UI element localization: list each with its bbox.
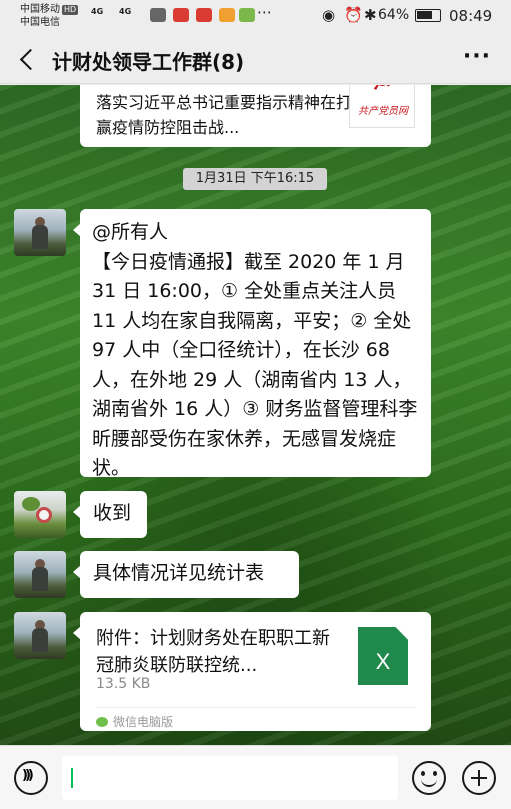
carrier-info: 中国移动 HD 中国电信: [20, 3, 79, 29]
carrier-1: 中国移动: [20, 4, 60, 15]
photo-notification-icon: [239, 8, 255, 22]
divider: [96, 707, 415, 708]
wechat-pc-icon: [96, 717, 108, 727]
alarm-icon: ⏰: [344, 6, 363, 24]
file-size: 13.5 KB: [96, 676, 151, 692]
text-caret: [71, 768, 73, 788]
message-bubble-details[interactable]: 具体情况详见统计表: [73, 551, 299, 598]
message-icon: [150, 8, 166, 22]
timestamp: 1月31日 下午16:15: [183, 168, 327, 190]
excel-file-icon: X: [358, 627, 408, 685]
shared-article-text: 落实习近平总书记重要指示精神在打赢疫情防控阻击战...: [96, 93, 353, 137]
app-notification-icon: [173, 8, 189, 22]
chat-title: 计财处领导工作群(8): [52, 50, 245, 74]
message-bubble-received[interactable]: 收到: [73, 491, 147, 538]
carrier-2: 中国电信: [20, 17, 60, 28]
clock: 08:49: [449, 7, 493, 25]
shared-article-card[interactable]: 落实习近平总书记重要指示精神在打赢疫情防控阻击战... ☭ 共产党员网: [80, 85, 431, 147]
signal-1-label: 4G: [91, 7, 104, 16]
bluetooth-icon: ✱: [364, 6, 377, 24]
avatar[interactable]: [14, 209, 66, 256]
message-text: 具体情况详见统计表: [93, 562, 265, 584]
avatar[interactable]: [14, 551, 66, 598]
voice-input-button[interactable]: [14, 761, 48, 795]
eye-icon: ◉: [322, 6, 336, 24]
input-bar: [0, 745, 511, 809]
more-notifications-icon: ⋯: [257, 3, 272, 21]
hammer-sickle-icon: ☭: [372, 85, 392, 96]
news-notification-icon: [196, 8, 212, 22]
hd-badge: HD: [62, 5, 79, 15]
signal-2-label: 4G: [119, 7, 132, 16]
chat-header: 计财处领导工作群(8) ···: [0, 34, 511, 84]
shop-notification-icon: [219, 8, 235, 22]
battery-percent: 64%: [378, 7, 410, 23]
message-input[interactable]: [62, 756, 398, 800]
article-thumbnail-caption: 共产党员网: [358, 106, 408, 117]
emoji-button[interactable]: [412, 761, 446, 795]
file-name: 附件：计划财务处在职职工新冠肺炎联防联控统...: [96, 628, 330, 676]
chat-area[interactable]: 落实习近平总书记重要指示精神在打赢疫情防控阻击战... ☭ 共产党员网 1月31…: [0, 85, 511, 745]
file-source: 微信电脑版: [96, 713, 173, 730]
back-button[interactable]: [14, 44, 44, 74]
message-text: 收到: [93, 502, 132, 524]
article-thumbnail: ☭ 共产党员网: [349, 85, 415, 128]
message-bubble-notice[interactable]: @所有人 【今日疫情通报】截至 2020 年 1 月 31 日 16:00，① …: [73, 209, 431, 479]
message-text: @所有人 【今日疫情通报】截至 2020 年 1 月 31 日 16:00，① …: [92, 221, 418, 479]
avatar[interactable]: [14, 491, 66, 538]
battery-icon: [415, 9, 441, 22]
more-actions-button[interactable]: [462, 761, 496, 795]
more-options-button[interactable]: ···: [463, 44, 491, 69]
file-attachment-card[interactable]: 附件：计划财务处在职职工新冠肺炎联防联控统... X 13.5 KB 微信电脑版: [73, 612, 431, 731]
status-bar: 中国移动 HD 中国电信 4G 4G ⋯ ◉ ⏰ ✱ 64% 08:49: [0, 0, 511, 34]
avatar[interactable]: [14, 612, 66, 659]
